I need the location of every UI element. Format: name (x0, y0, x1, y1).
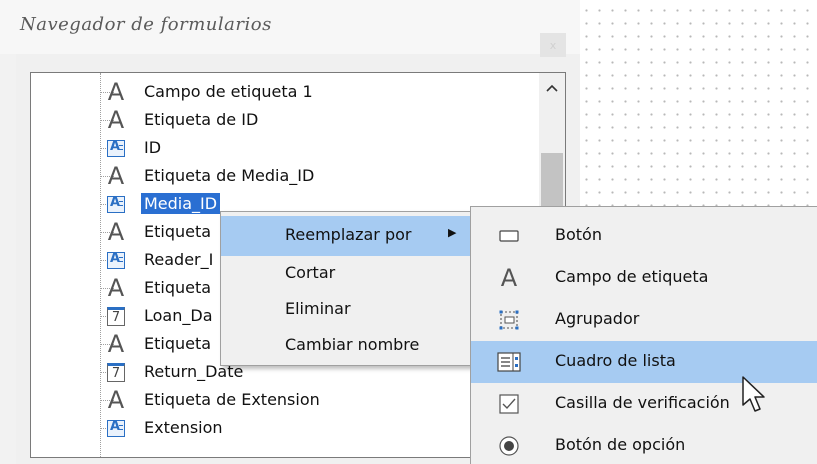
tree-item-label: ID (144, 138, 162, 157)
menu-item-cut[interactable]: Cortar (221, 254, 471, 294)
label-field-icon: A (107, 386, 125, 414)
tree-item-label: Etiqueta de ID (144, 110, 259, 129)
menu-item-label: Cortar (285, 263, 336, 282)
submenu-arrow-icon: ▶ (448, 226, 457, 239)
tree-item[interactable]: A Etiqueta de ID (31, 107, 531, 135)
submenu-item-label: Agrupador (555, 309, 640, 328)
text-field-icon: A (105, 415, 127, 441)
label-field-icon: A (107, 330, 125, 358)
date-field-icon: 7 (105, 303, 127, 329)
label-field-icon: A (500, 264, 518, 292)
title-bar: Navegador de formularios x (0, 0, 580, 57)
tree-item[interactable]: A Etiqueta de Media_ID (31, 163, 531, 191)
tree-item-label: Extension (144, 418, 223, 437)
menu-item-label: Eliminar (285, 299, 351, 318)
tree-item-label: Campo de etiqueta 1 (144, 82, 313, 101)
close-button[interactable]: x (540, 33, 566, 57)
text-field-icon: A (105, 191, 127, 217)
text-field-icon: A (105, 247, 127, 273)
label-field-icon: A (107, 274, 125, 302)
label-field-icon: A (107, 106, 125, 134)
checkbox-icon (495, 392, 523, 416)
submenu-item-label-field[interactable]: A Campo de etiqueta (471, 257, 817, 299)
menu-item-rename[interactable]: Cambiar nombre (221, 326, 471, 366)
submenu-item-label: Casilla de verificación (555, 393, 730, 412)
submenu-item-group-box[interactable]: Agrupador (471, 299, 817, 341)
tree-item-label: Reader_I (144, 250, 214, 269)
submenu-item-radio-button[interactable]: Botón de opción (471, 425, 817, 464)
tree-item-label: Etiqueta de Media_ID (144, 166, 315, 185)
tree-item-label: Media_ID (141, 193, 221, 214)
menu-item-delete[interactable]: Eliminar (221, 290, 471, 330)
scroll-up-arrow-icon[interactable] (539, 81, 565, 99)
date-field-icon: 7 (105, 359, 127, 385)
submenu-item-label: Botón de opción (555, 435, 686, 454)
button-icon (495, 224, 523, 248)
tree-item-label: Etiqueta (144, 334, 212, 353)
tree-item-label: Etiqueta (144, 222, 212, 241)
window-title: Navegador de formularios (20, 14, 272, 35)
submenu-item-label: Cuadro de lista (555, 351, 676, 370)
tree-item[interactable]: A Campo de etiqueta 1 (31, 79, 531, 107)
submenu-item-button[interactable]: Botón (471, 215, 817, 257)
label-field-icon: A (107, 218, 125, 246)
tree-item[interactable]: A Etiqueta de Extension (31, 387, 531, 415)
tree-item-label: Loan_Da (144, 306, 213, 325)
label-field-icon: A (107, 78, 125, 106)
list-box-icon (495, 350, 523, 374)
tree-item-label: Etiqueta (144, 278, 212, 297)
tree-item-label: Etiqueta de Extension (144, 390, 320, 409)
label-field-icon: A (107, 162, 125, 190)
text-field-icon: A (105, 135, 127, 161)
tree-item[interactable]: A ID (31, 135, 531, 163)
mouse-pointer-icon (740, 375, 770, 415)
menu-item-replace-with[interactable]: Reemplazar por ▶ (221, 216, 471, 256)
submenu-item-label: Campo de etiqueta (555, 267, 709, 286)
context-menu: Reemplazar por ▶ Cortar Eliminar Cambiar… (220, 211, 472, 366)
group-box-icon (495, 308, 523, 332)
menu-item-label: Cambiar nombre (285, 335, 420, 354)
replace-with-submenu: Botón A Campo de etiqueta Agrupador Cuad… (470, 206, 817, 464)
submenu-item-label: Botón (555, 225, 602, 244)
tree-item[interactable]: A Extension (31, 415, 531, 443)
radio-button-icon (495, 434, 523, 458)
menu-item-label: Reemplazar por (285, 225, 412, 244)
